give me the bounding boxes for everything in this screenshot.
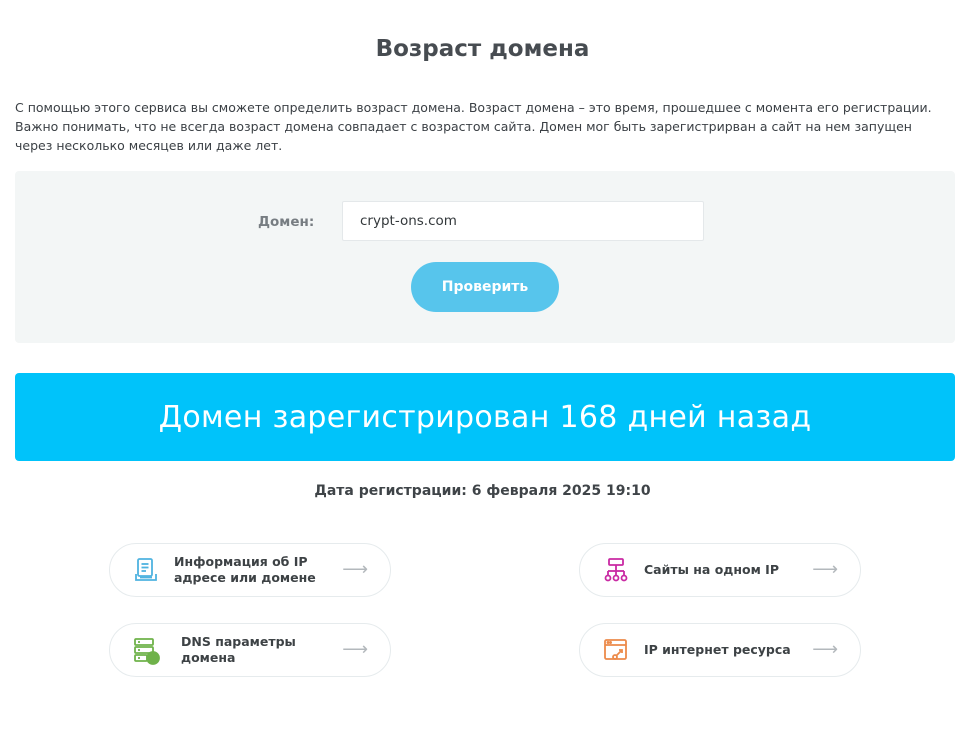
arrow-right-icon: ⟶ (812, 639, 838, 660)
dns-params-link[interactable]: DNS параметры домена ⟶ (109, 623, 391, 677)
browser-link-icon (603, 637, 629, 663)
registration-date: Дата регистрации: 6 февраля 2025 19:10 (314, 483, 651, 499)
sitemap-icon (603, 557, 629, 583)
ip-resource-link[interactable]: IP интернет ресурса ⟶ (579, 623, 861, 677)
result-text: Домен зарегистрирован 168 дней назад (158, 399, 812, 435)
domain-check-form: Домен: Проверить (15, 171, 955, 343)
ip-resource-label: IP интернет ресурса (644, 642, 791, 657)
document-info-icon (133, 557, 159, 583)
arrow-right-icon: ⟶ (812, 559, 838, 580)
result-banner: Домен зарегистрирован 168 дней назад (15, 373, 955, 461)
check-button[interactable]: Проверить (411, 262, 559, 312)
dns-params-label: DNS параметры домена (181, 634, 296, 665)
domain-label: Домен: (258, 214, 315, 230)
domain-input[interactable] (342, 201, 704, 241)
page: Возраст домена С помощью этого сервиса в… (0, 0, 965, 736)
arrow-right-icon: ⟶ (342, 559, 368, 580)
page-description: С помощью этого сервиса вы сможете опред… (15, 100, 932, 153)
ip-info-label: Информация об IP адресе или домене (174, 554, 316, 585)
arrow-right-icon: ⟶ (342, 639, 368, 660)
dns-server-icon (133, 637, 160, 665)
page-title: Возраст домена (375, 36, 590, 62)
sites-on-ip-label: Сайты на одном IP (644, 562, 779, 577)
sites-on-ip-link[interactable]: Сайты на одном IP ⟶ (579, 543, 861, 597)
ip-info-link[interactable]: Информация об IP адресе или домене ⟶ (109, 543, 391, 597)
